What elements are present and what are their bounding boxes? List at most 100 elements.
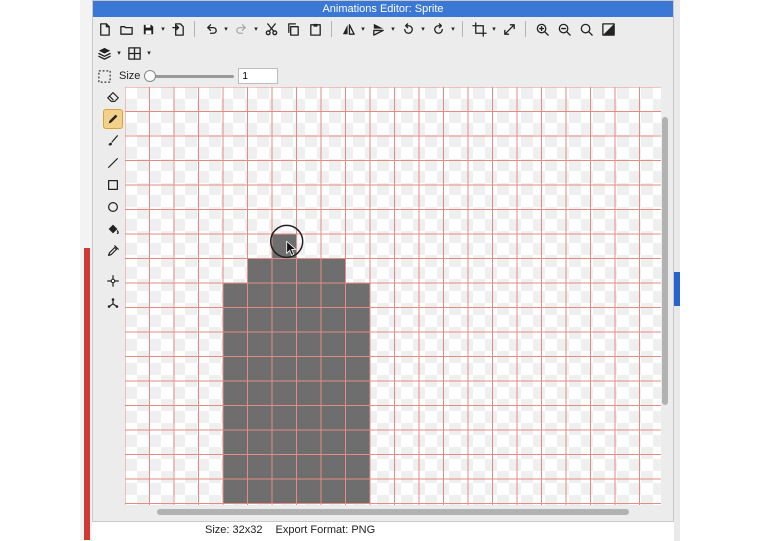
main-toolbar: ▾ ▾ ▾ ▾ ▾ ▾ ▾ ▾ — [93, 17, 619, 41]
save-icon[interactable] — [137, 18, 159, 40]
redo-icon[interactable] — [230, 18, 252, 40]
chevron-down-icon[interactable]: ▾ — [389, 18, 397, 40]
chevron-down-icon[interactable]: ▾ — [449, 18, 457, 40]
new-file-icon[interactable] — [93, 18, 115, 40]
ellipse-icon[interactable] — [103, 197, 123, 217]
open-folder-icon[interactable] — [115, 18, 137, 40]
filled-pixel — [247, 283, 272, 308]
filled-pixel — [296, 479, 321, 504]
filled-pixel — [272, 258, 297, 283]
brush-icon[interactable] — [103, 131, 123, 151]
flip-vertical-icon[interactable] — [367, 18, 389, 40]
filled-pixel — [272, 356, 297, 381]
chevron-down-icon[interactable]: ▾ — [145, 42, 153, 64]
vector-node-icon[interactable] — [103, 293, 123, 313]
rectangle-icon[interactable] — [103, 175, 123, 195]
filled-pixel — [296, 430, 321, 455]
filled-pixel — [296, 381, 321, 406]
filled-pixel — [223, 405, 248, 430]
pixel-canvas[interactable] — [125, 87, 661, 505]
animations-editor-window: Animations Editor: Sprite ▾ ▾ ▾ ▾ ▾ ▾ ▾ ▾ ▾ ▾ Si… — [92, 0, 674, 522]
copy-icon[interactable] — [282, 18, 304, 40]
layers-icon[interactable] — [93, 42, 115, 64]
filled-pixel — [345, 430, 370, 455]
filled-pixel — [345, 356, 370, 381]
filled-pixel — [296, 307, 321, 332]
size-label: Size — [119, 70, 141, 82]
undo-icon[interactable] — [200, 18, 222, 40]
export-format-status: Export Format: PNG — [275, 524, 376, 536]
chevron-down-icon[interactable]: ▾ — [115, 42, 123, 64]
filled-pixel — [345, 381, 370, 406]
paste-icon[interactable] — [304, 18, 326, 40]
size-input[interactable] — [238, 68, 279, 84]
sparkle-icon[interactable] — [103, 271, 123, 291]
filled-pixel — [272, 332, 297, 357]
chevron-down-icon[interactable]: ▾ — [359, 18, 367, 40]
zoom-fit-icon[interactable] — [575, 18, 597, 40]
size-slider-track — [144, 74, 235, 78]
filled-pixel — [272, 430, 297, 455]
crop-icon[interactable] — [468, 18, 490, 40]
sidebar-separator — [103, 263, 125, 271]
rotate-left-icon[interactable] — [397, 18, 419, 40]
filled-pixel — [345, 405, 370, 430]
chevron-down-icon[interactable]: ▾ — [419, 18, 427, 40]
background-toggle-icon[interactable] — [597, 18, 619, 40]
pencil-icon[interactable] — [103, 109, 123, 129]
horizontal-scrollbar[interactable] — [157, 509, 629, 515]
chevron-down-icon[interactable]: ▾ — [159, 18, 167, 40]
chevron-down-icon[interactable]: ▾ — [490, 18, 498, 40]
rotate-right-icon[interactable] — [427, 18, 449, 40]
filled-pixel — [223, 356, 248, 381]
filled-pixel — [272, 405, 297, 430]
size-slider[interactable] — [144, 69, 235, 83]
filled-pixel — [223, 283, 248, 308]
status-bar: Size: 32x32 Export Format: PNG — [205, 524, 385, 536]
filled-pixel — [223, 454, 248, 479]
zoom-out-icon[interactable] — [553, 18, 575, 40]
filled-pixel — [247, 307, 272, 332]
filled-pixel — [247, 479, 272, 504]
filled-pixel — [296, 405, 321, 430]
vertical-scrollbar[interactable] — [662, 117, 668, 405]
chevron-down-icon[interactable]: ▾ — [222, 18, 230, 40]
pixel-grid — [125, 87, 661, 505]
chevron-down-icon[interactable]: ▾ — [252, 18, 260, 40]
filled-pixel — [321, 356, 346, 381]
filled-pixel — [247, 356, 272, 381]
flip-horizontal-icon[interactable] — [337, 18, 359, 40]
filled-pixel — [345, 332, 370, 357]
filled-pixel — [223, 332, 248, 357]
filled-pixel — [321, 479, 346, 504]
filled-pixel — [345, 479, 370, 504]
filled-pixel — [247, 258, 272, 283]
line-icon[interactable] — [103, 153, 123, 173]
eraser-icon[interactable] — [103, 87, 123, 107]
filled-pixel — [321, 332, 346, 357]
filled-pixel — [296, 454, 321, 479]
size-slider-thumb[interactable] — [144, 70, 157, 82]
canvas-size-status: Size: 32x32 — [205, 524, 263, 536]
filled-pixel — [296, 356, 321, 381]
filled-pixel — [247, 405, 272, 430]
fill-bucket-icon[interactable] — [103, 219, 123, 239]
filled-pixel — [247, 430, 272, 455]
toolbar-separator — [331, 21, 332, 37]
cut-icon[interactable] — [260, 18, 282, 40]
eyedropper-icon[interactable] — [103, 241, 123, 261]
filled-pixel — [321, 258, 346, 283]
filled-pixel — [345, 307, 370, 332]
zoom-in-icon[interactable] — [531, 18, 553, 40]
filled-pixel — [321, 307, 346, 332]
filled-pixel — [321, 283, 346, 308]
tool-sidebar — [103, 87, 125, 315]
filled-pixel — [321, 381, 346, 406]
resize-icon[interactable] — [498, 18, 520, 40]
export-icon[interactable] — [167, 18, 189, 40]
grid-toggle-icon[interactable] — [123, 42, 145, 64]
secondary-toolbar: ▾ ▾ — [93, 41, 153, 65]
filled-pixel — [296, 258, 321, 283]
selection-marquee-icon[interactable] — [93, 65, 115, 87]
brush-size-bar: Size — [93, 64, 279, 88]
